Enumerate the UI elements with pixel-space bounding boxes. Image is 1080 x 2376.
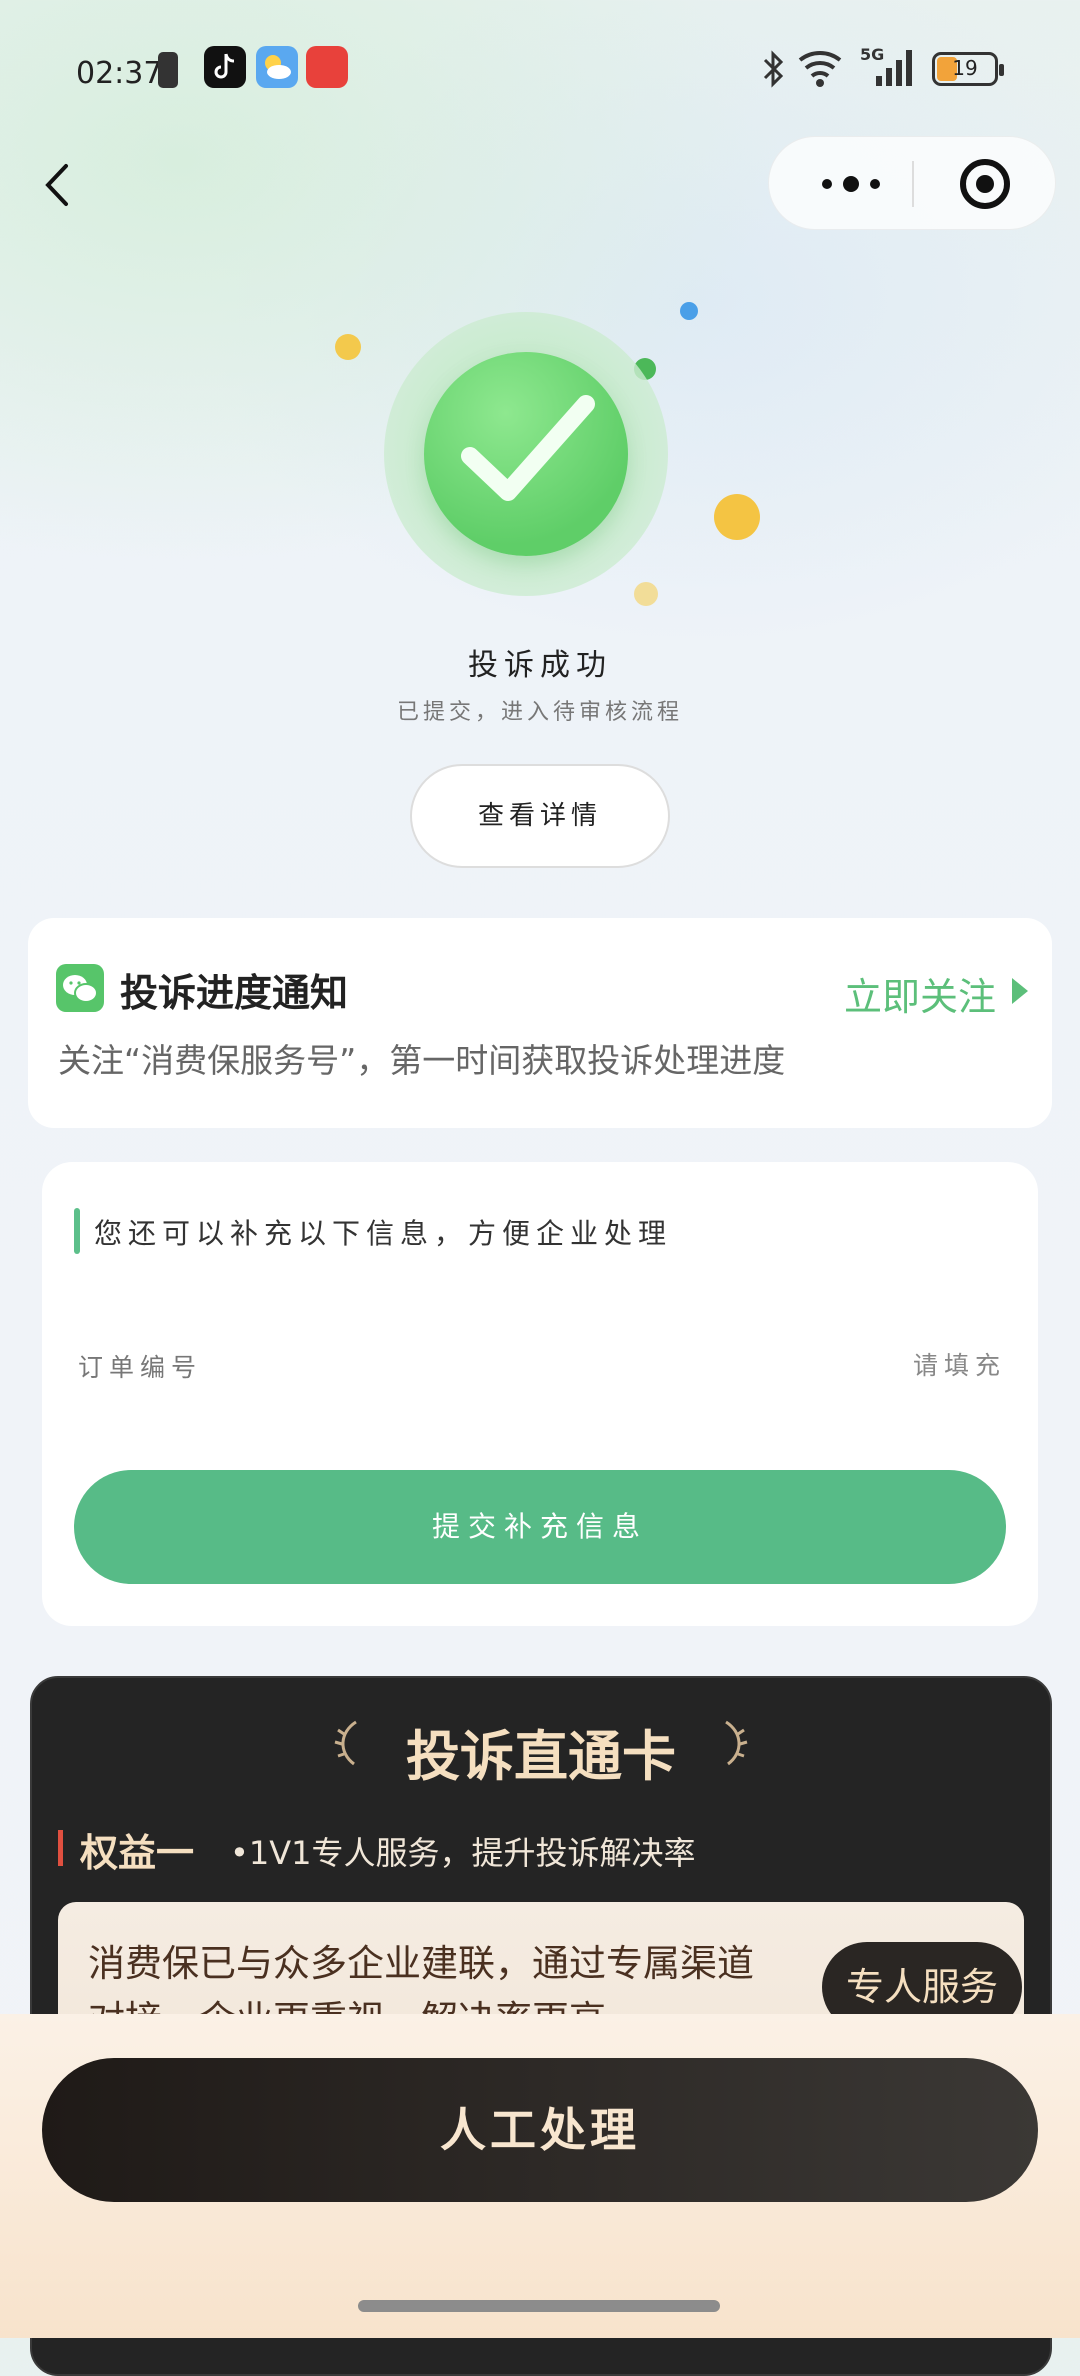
decor-dot <box>634 582 658 606</box>
more-button[interactable] <box>811 137 891 231</box>
submit-supplement-button[interactable]: 提交补充信息 <box>74 1470 1006 1584</box>
battery-icon: 19 <box>932 52 1004 86</box>
target-circle-icon <box>960 159 1010 209</box>
wifi-icon <box>796 46 848 94</box>
view-details-button[interactable]: 查看详情 <box>410 764 670 868</box>
progress-notify-card: 投诉进度通知 立即关注 关注“消费保服务号”，第一时间获取投诉处理进度 <box>28 918 1052 1128</box>
wechat-icon <box>56 964 104 1012</box>
supplement-info-card: 您还可以补充以下信息，方便企业处理 订单编号 提交补充信息 <box>42 1162 1038 1626</box>
capsule-divider <box>912 161 914 207</box>
section-accent-bar <box>74 1208 80 1254</box>
alert-icon <box>158 52 178 88</box>
decor-dot <box>714 494 760 540</box>
decor-dot <box>335 334 361 360</box>
battery-level: 19 <box>952 56 978 80</box>
back-button[interactable] <box>40 160 80 210</box>
notify-description: 关注“消费保服务号”，第一时间获取投诉处理进度 <box>58 1041 786 1080</box>
bluetooth-icon <box>758 48 788 94</box>
notify-title: 投诉进度通知 <box>120 971 349 1015</box>
triangle-right-icon <box>1012 978 1028 1004</box>
success-check-icon <box>424 352 628 556</box>
signal-icon: 5G <box>860 44 920 94</box>
weather-app-icon <box>256 46 298 88</box>
xiaohongshu-app-icon <box>306 46 348 88</box>
order-number-label: 订单编号 <box>78 1353 203 1382</box>
status-bar: 02:37 5G 19 <box>0 40 1080 100</box>
douyin-app-icon <box>204 46 246 88</box>
order-number-input[interactable] <box>644 1342 1008 1388</box>
decor-dot <box>680 302 698 320</box>
home-indicator[interactable] <box>358 2300 720 2312</box>
chevron-left-icon <box>45 164 68 206</box>
supplement-title: 您还可以补充以下信息，方便企业处理 <box>94 1217 673 1250</box>
close-miniprogram-button[interactable] <box>959 158 1011 210</box>
network-type-label: 5G <box>860 45 884 64</box>
success-subtitle: 已提交，进入待审核流程 <box>396 700 683 725</box>
follow-now-link[interactable]: 立即关注 <box>844 966 996 1021</box>
success-title: 投诉成功 <box>468 648 612 683</box>
bottom-action-bar: 人工处理 <box>0 2014 1080 2338</box>
status-time: 02:37 <box>76 56 163 91</box>
manual-handling-button[interactable]: 人工处理 <box>42 2058 1038 2202</box>
mini-program-capsule <box>768 136 1056 230</box>
more-dots-icon <box>822 176 880 192</box>
benefit-description: •1V1专人服务，提升投诉解决率 <box>230 1834 696 1872</box>
benefit-title: 权益一 <box>80 1831 195 1875</box>
laurel-right-icon <box>725 1720 748 1766</box>
benefit-accent-bar <box>58 1830 63 1866</box>
direct-card-title: 投诉直通卡 <box>406 1725 676 1788</box>
